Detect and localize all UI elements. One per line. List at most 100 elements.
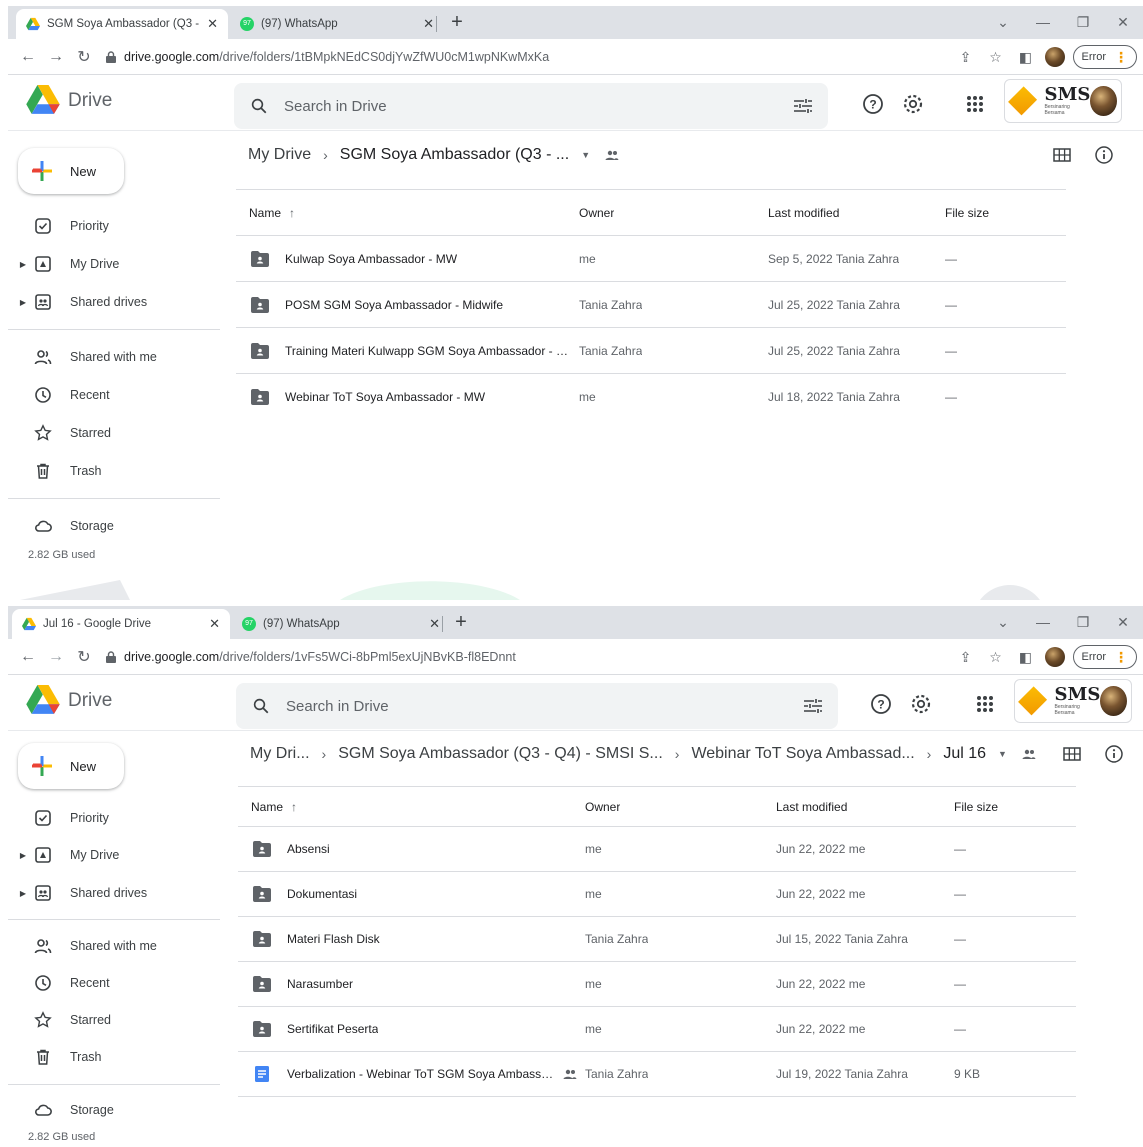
back-icon[interactable]: ←: [14, 648, 42, 666]
forward-icon[interactable]: →: [42, 48, 70, 66]
share-page-icon[interactable]: ⇪: [955, 649, 977, 666]
side-panel-icon[interactable]: ◧: [1015, 49, 1037, 66]
search-options-icon[interactable]: [794, 98, 812, 114]
table-row[interactable]: Dokumentasi me Jun 22, 2022 me —: [238, 872, 1076, 917]
sidebar-item-storage[interactable]: Storage: [8, 1094, 220, 1126]
sidebar-item-my-drive[interactable]: ▶ My Drive: [8, 248, 220, 280]
info-icon[interactable]: [1104, 744, 1124, 764]
table-row[interactable]: Narasumber me Jun 22, 2022 me —: [238, 962, 1076, 1007]
new-button[interactable]: New: [18, 148, 124, 194]
tab-whatsapp[interactable]: 97 (97) WhatsApp ✕: [232, 609, 450, 639]
column-header-name[interactable]: Name: [249, 206, 281, 220]
sidebar-item-recent[interactable]: Recent: [8, 379, 220, 411]
close-window-icon[interactable]: ✕: [1103, 614, 1143, 631]
minimize-icon[interactable]: —: [1023, 14, 1063, 30]
sidebar-item-shared-with-me[interactable]: Shared with me: [8, 341, 220, 373]
sidebar-item-storage[interactable]: Storage: [8, 510, 220, 542]
sidebar-item-priority[interactable]: Priority: [8, 210, 220, 242]
sort-arrow-up-icon[interactable]: ↑: [289, 206, 295, 220]
sidebar-item-trash[interactable]: Trash: [8, 455, 220, 487]
sms-logo[interactable]: SMS Bersinaring Bersama: [1004, 79, 1122, 123]
sidebar-item-starred[interactable]: Starred: [8, 417, 220, 449]
sidebar-item-priority[interactable]: Priority: [8, 802, 220, 834]
tab-search-chevron-icon[interactable]: ⌄: [983, 14, 1023, 31]
reload-icon[interactable]: ↻: [70, 47, 98, 67]
chevron-down-icon[interactable]: ▼: [998, 749, 1007, 759]
tab-drive-jul16[interactable]: Jul 16 - Google Drive ✕: [12, 609, 230, 639]
info-icon[interactable]: [1094, 145, 1114, 165]
chevron-down-icon[interactable]: ▼: [581, 150, 590, 160]
help-icon[interactable]: ?: [862, 93, 884, 115]
minimize-icon[interactable]: —: [1023, 614, 1063, 630]
sidebar-item-starred[interactable]: Starred: [8, 1004, 220, 1036]
apps-grid-icon[interactable]: [964, 93, 986, 115]
sidebar-item-shared-drives[interactable]: ▶ Shared drives: [8, 286, 220, 318]
close-tab-icon[interactable]: ✕: [209, 616, 220, 632]
search-input[interactable]: Search in Drive: [286, 698, 804, 715]
url-field[interactable]: drive.google.com/drive/folders/1vFs5WCi-…: [106, 650, 516, 664]
sidebar-item-trash[interactable]: Trash: [8, 1041, 220, 1073]
close-tab-icon[interactable]: ✕: [429, 616, 440, 632]
new-button[interactable]: New: [18, 743, 124, 789]
sidebar-item-my-drive[interactable]: ▶ My Drive: [8, 839, 220, 871]
account-avatar[interactable]: [1100, 686, 1127, 716]
table-row[interactable]: Verbalization - Webinar ToT SGM Soya Amb…: [238, 1052, 1076, 1097]
google-drive-logo-icon[interactable]: [26, 685, 60, 715]
bookmark-star-icon[interactable]: ☆: [985, 649, 1007, 666]
profile-avatar[interactable]: [1044, 647, 1065, 667]
table-row[interactable]: POSM SGM Soya Ambassador - Midwife Tania…: [236, 282, 1066, 328]
tab-whatsapp[interactable]: 97 (97) WhatsApp ✕: [230, 9, 444, 39]
expand-caret-icon[interactable]: ▶: [16, 260, 30, 269]
search-bar[interactable]: Search in Drive: [236, 683, 838, 729]
expand-caret-icon[interactable]: ▶: [16, 889, 30, 898]
google-drive-logo-icon[interactable]: [26, 85, 60, 115]
table-row[interactable]: Webinar ToT Soya Ambassador - MW me Jul …: [236, 374, 1066, 420]
account-avatar[interactable]: [1090, 86, 1117, 116]
search-options-icon[interactable]: [804, 698, 822, 714]
reload-icon[interactable]: ↻: [70, 647, 98, 667]
breadcrumb-current-folder[interactable]: Jul 16: [943, 745, 986, 763]
close-tab-icon[interactable]: ✕: [423, 16, 434, 32]
table-row[interactable]: Kulwap Soya Ambassador - MW me Sep 5, 20…: [236, 236, 1066, 282]
table-row[interactable]: Training Materi Kulwapp SGM Soya Ambassa…: [236, 328, 1066, 374]
new-tab-icon[interactable]: +: [449, 610, 473, 634]
sidebar-item-recent[interactable]: Recent: [8, 967, 220, 999]
sidebar-item-shared-drives[interactable]: ▶ Shared drives: [8, 877, 220, 909]
side-panel-icon[interactable]: ◧: [1015, 649, 1037, 666]
breadcrumb-item-sgm-soya[interactable]: SGM Soya Ambassador (Q3 - Q4) - SMSI S..…: [338, 745, 663, 763]
sidebar-item-shared-with-me[interactable]: Shared with me: [8, 930, 220, 962]
grid-view-icon[interactable]: [1062, 744, 1082, 764]
apps-grid-icon[interactable]: [974, 693, 996, 715]
search-bar[interactable]: Search in Drive: [234, 83, 828, 129]
table-row[interactable]: Absensi me Jun 22, 2022 me —: [238, 827, 1076, 872]
sms-logo[interactable]: SMS Bersinaring Bersama: [1014, 679, 1132, 723]
bookmark-star-icon[interactable]: ☆: [985, 49, 1007, 66]
breadcrumb-current-folder[interactable]: SGM Soya Ambassador (Q3 - ...: [340, 146, 569, 164]
column-header-name[interactable]: Name: [251, 800, 283, 814]
table-row[interactable]: Sertifikat Peserta me Jun 22, 2022 me —: [238, 1007, 1076, 1052]
breadcrumb-item-my-drive[interactable]: My Dri...: [250, 745, 310, 763]
tab-drive-folder[interactable]: SGM Soya Ambassador (Q3 - Q4 ✕: [16, 9, 228, 39]
tab-search-chevron-icon[interactable]: ⌄: [983, 614, 1023, 631]
forward-icon[interactable]: →: [42, 648, 70, 666]
help-icon[interactable]: ?: [870, 693, 892, 715]
close-window-icon[interactable]: ✕: [1103, 14, 1143, 31]
expand-caret-icon[interactable]: ▶: [16, 851, 30, 860]
table-row[interactable]: Materi Flash Disk Tania Zahra Jul 15, 20…: [238, 917, 1076, 962]
expand-caret-icon[interactable]: ▶: [16, 298, 30, 307]
url-field[interactable]: drive.google.com/drive/folders/1tBMpkNEd…: [106, 50, 549, 64]
search-input[interactable]: Search in Drive: [284, 98, 794, 115]
share-page-icon[interactable]: ⇪: [955, 49, 977, 66]
breadcrumb-item-my-drive[interactable]: My Drive: [248, 146, 311, 164]
new-tab-icon[interactable]: +: [445, 10, 469, 34]
error-button[interactable]: Error ⋮: [1072, 645, 1137, 669]
back-icon[interactable]: ←: [14, 48, 42, 66]
error-button[interactable]: Error ⋮: [1072, 45, 1137, 69]
restore-icon[interactable]: ❐: [1063, 14, 1103, 31]
settings-gear-icon[interactable]: [902, 93, 924, 115]
profile-avatar[interactable]: [1044, 47, 1065, 67]
close-tab-icon[interactable]: ✕: [207, 16, 218, 32]
settings-gear-icon[interactable]: [910, 693, 932, 715]
grid-view-icon[interactable]: [1052, 145, 1072, 165]
breadcrumb-item-webinar[interactable]: Webinar ToT Soya Ambassad...: [691, 745, 914, 763]
